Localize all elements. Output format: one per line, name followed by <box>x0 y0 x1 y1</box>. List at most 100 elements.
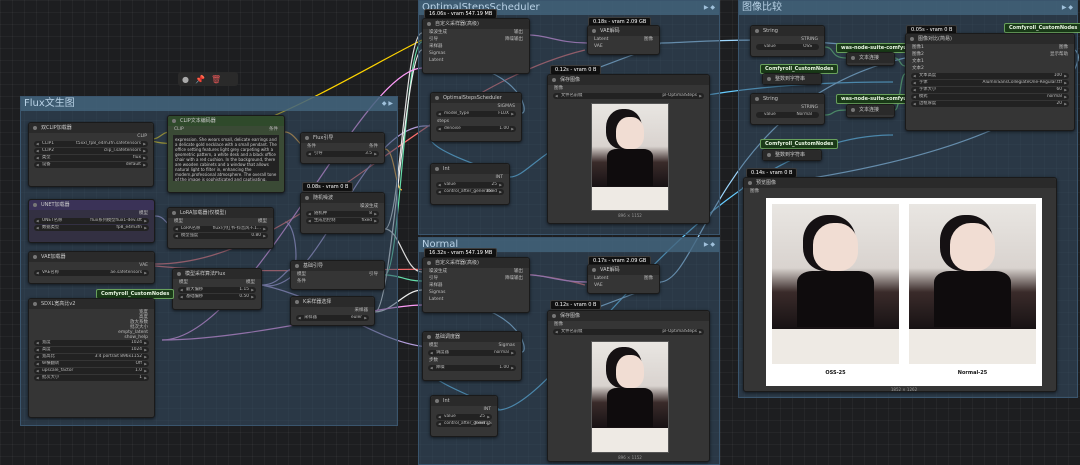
group-title[interactable]: Flux文生图 <box>21 97 397 111</box>
node-basic-scheduler[interactable]: 基础调度器 模型Sigmas 调度器normal 步数 降噪1.00 <box>422 331 522 381</box>
input-slot[interactable]: 文本1 <box>906 58 1074 65</box>
widget-clip1[interactable]: CLIP1t5xxl_fp8_e4m3fn.safetensors <box>34 141 148 147</box>
node-vae-loader[interactable]: VAE加载器 VAE VAE名称ae.safetensors <box>28 251 155 284</box>
output-image-thumbnail[interactable] <box>591 103 669 211</box>
input-slot[interactable]: 条件 <box>291 278 384 285</box>
widget-aspect[interactable]: 宽高比3:4 portrait 896x1152 <box>34 354 149 360</box>
node-canvas[interactable]: ● 📌 🗑 Flux文生图 ◆ ▶ OptimalStepsScheduler … <box>0 0 1080 465</box>
io-slots[interactable]: 图像2 显示帮助 <box>906 51 1074 58</box>
output-slot[interactable]: SIGMAS <box>431 103 521 110</box>
node-clip-text-encode[interactable]: CLIP文本编码器 CLIP 条件 expression. She wears s… <box>167 115 285 193</box>
output-image-thumbnail[interactable] <box>591 341 669 453</box>
output-slot[interactable]: STRING <box>751 104 824 111</box>
node-save-image-2[interactable]: 保存图像 图像 文件名前缀pl-OptimalSteps 896 × 1152 <box>547 310 710 462</box>
node-advanced-sampler-1[interactable]: 自定义采样器(高级) 噪波生成 输出 引导 降噪输出 采样器 Sigmas Late… <box>422 18 530 74</box>
widget-seed[interactable]: 随机种8 <box>306 211 379 217</box>
widget-unet-name[interactable]: UNET名称flux系列模型flux1-dev.sft <box>34 218 149 224</box>
group-controls-icon[interactable]: ▶ ◆ <box>704 241 715 248</box>
widget-int-value[interactable]: value25 <box>436 182 504 188</box>
node-int-2[interactable]: Int INT value25 control_after_generatefi… <box>430 395 498 437</box>
widget-guidance[interactable]: 引导3.5 <box>306 151 379 157</box>
widget-type[interactable]: 类型flux <box>34 155 148 161</box>
input-slot[interactable]: 图像 <box>548 85 709 92</box>
output-slot[interactable]: 模型 <box>29 210 154 217</box>
node-vae-decode-1[interactable]: VAE解码 Latent 图像 VAE <box>587 25 660 55</box>
input-slot[interactable]: VAE <box>588 43 659 50</box>
node-flux-guidance[interactable]: Flux引导 条件条件 引导3.5 <box>300 132 385 164</box>
output-slot[interactable]: show_help <box>29 334 154 340</box>
io-slots[interactable]: 模型 引导 <box>291 271 384 278</box>
node-model-sampling-flux[interactable]: 模型采样算法Flux 模型模型 最大偏移1.15 基础偏移0.50 <box>172 268 262 310</box>
input-slot[interactable]: VAE <box>588 282 659 289</box>
widget-clip2[interactable]: CLIP2clip_l.safetensors <box>34 148 148 154</box>
input-slot-steps[interactable]: 步数 <box>423 357 521 364</box>
io-slots[interactable]: 模型 模型 <box>173 279 261 286</box>
pin-icon[interactable]: 📌 <box>195 75 205 84</box>
io-slots[interactable]: Latent 图像 <box>588 275 659 282</box>
node-random-noise[interactable]: 随机噪波 噪波生成 随机种8 生成后控制fixed <box>300 192 385 234</box>
node-save-image-1[interactable]: 保存图像 图像 文件名前缀pl-OptimalSteps 896 × 1152 <box>547 74 710 224</box>
widget-device[interactable]: 设备default <box>34 162 148 168</box>
delete-icon[interactable]: 🗑 <box>211 75 221 84</box>
output-slot[interactable]: CLIP <box>29 133 153 140</box>
group-controls-icon[interactable]: ▶ ◆ <box>704 4 715 11</box>
widget-font[interactable]: 字体AlumniSansCollegiateOne-Regular.ttf <box>911 80 1069 86</box>
widget-dtype[interactable]: 数据类型fp8_e4m3fn <box>34 225 149 231</box>
comparison-image[interactable]: OSS-25 Normal-25 <box>766 198 1042 386</box>
widget-denoise[interactable]: denoise1.00 <box>436 126 516 132</box>
node-basic-guider[interactable]: 基础引导 模型 引导 条件 <box>290 260 385 290</box>
node-string-1[interactable]: String STRING value OSS <box>750 25 825 57</box>
widget-lora-strength[interactable]: 模型强度0.80 <box>173 233 268 239</box>
io-slots[interactable]: 模型 Sigmas <box>423 342 521 349</box>
widget-string-value[interactable]: value OSS <box>756 44 819 50</box>
input-slot[interactable]: 采样器 <box>423 43 529 50</box>
node-dualclip[interactable]: 双CLIP加载器 CLIP CLIP1t5xxl_fp8_e4m3fn.safe… <box>28 122 154 187</box>
node-string-2[interactable]: String STRING value Normal <box>750 93 825 125</box>
widget-base-shift[interactable]: 基础偏移0.50 <box>178 294 256 300</box>
node-text-concat-1[interactable]: 文本连接 <box>846 52 895 66</box>
input-slot[interactable]: Latent <box>423 296 529 303</box>
widget-batch[interactable]: 批次大小1 <box>34 375 149 381</box>
node-ksampler-select[interactable]: K采样器选择 采样器 采样器euler <box>290 296 375 326</box>
io-slots[interactable]: CLIP 条件 <box>168 126 284 133</box>
node-optimal-steps-scheduler[interactable]: OptimalStepsScheduler SIGMAS model_typeF… <box>430 92 522 142</box>
widget-lora-name[interactable]: LoRA名称flux\小红书-抖音风-F.1... <box>173 226 268 232</box>
widget-filename-prefix[interactable]: 文件名前缀pl-OptimalSteps <box>553 93 704 99</box>
group-controls-icon[interactable]: ▶ ◆ <box>1062 4 1073 11</box>
io-slots[interactable]: 模型 模型 <box>168 218 273 225</box>
node-unet-loader[interactable]: UNET加载器 模型 UNET名称flux系列模型flux1-dev.sft 数… <box>28 199 155 243</box>
io-slots[interactable]: 图像1 图像 <box>906 44 1074 51</box>
io-slots[interactable]: 噪波生成 输出 <box>423 29 529 36</box>
input-slot[interactable]: Sigmas <box>423 289 529 296</box>
io-slots[interactable]: 噪波生成 输出 <box>423 268 529 275</box>
output-slot[interactable]: INT <box>431 174 509 181</box>
input-slot[interactable]: 文本2 <box>906 65 1074 72</box>
node-image-compare[interactable]: 图像对比(简易) 图像1图像 图像2显示帮助 文本1 文本2 文本高度100 字… <box>905 33 1075 131</box>
widget-vae-name[interactable]: VAE名称ae.safetensors <box>34 270 149 276</box>
widget-mode[interactable]: 模式normal <box>911 94 1069 100</box>
node-int-1[interactable]: Int INT value25 control_after_generatefi… <box>430 163 510 205</box>
output-slot[interactable]: STRING <box>751 36 824 43</box>
widget-font-size[interactable]: 字体大小60 <box>911 87 1069 93</box>
color-picker-icon[interactable]: ● <box>182 75 189 84</box>
widget-border[interactable]: 边框厚度20 <box>911 101 1069 107</box>
group-controls-icon[interactable]: ◆ ▶ <box>382 100 393 107</box>
input-slot-steps[interactable]: steps <box>431 118 521 125</box>
widget-scheduler[interactable]: 调度器normal <box>428 350 516 356</box>
widget-control-after[interactable]: 生成后控制fixed <box>306 218 379 224</box>
widget-int-value[interactable]: value25 <box>436 414 492 420</box>
group-title[interactable]: 图像比较 <box>739 1 1077 15</box>
widget-height[interactable]: 高度1024 <box>34 347 149 353</box>
widget-control-after[interactable]: control_after_generatefixed <box>436 421 492 427</box>
input-slot[interactable]: Latent <box>423 57 529 64</box>
widget-string-value[interactable]: value Normal <box>756 112 819 118</box>
input-slot[interactable]: 采样器 <box>423 282 529 289</box>
input-slot[interactable]: 图像 <box>548 321 709 328</box>
node-int-to-string-2[interactable]: 整数到字符串 <box>762 149 822 161</box>
node-text-concat-2[interactable]: 文本连接 <box>846 104 895 118</box>
node-preview-image[interactable]: 预览图像 图像 OSS-25 Normal-25 1852 × 1262 <box>743 177 1057 392</box>
widget-swap[interactable]: 纵横翻转Off <box>34 361 149 367</box>
widget-text-height[interactable]: 文本高度100 <box>911 73 1069 79</box>
io-slots[interactable]: Latent 图像 <box>588 36 659 43</box>
output-slot[interactable]: 采样器 <box>291 307 374 314</box>
